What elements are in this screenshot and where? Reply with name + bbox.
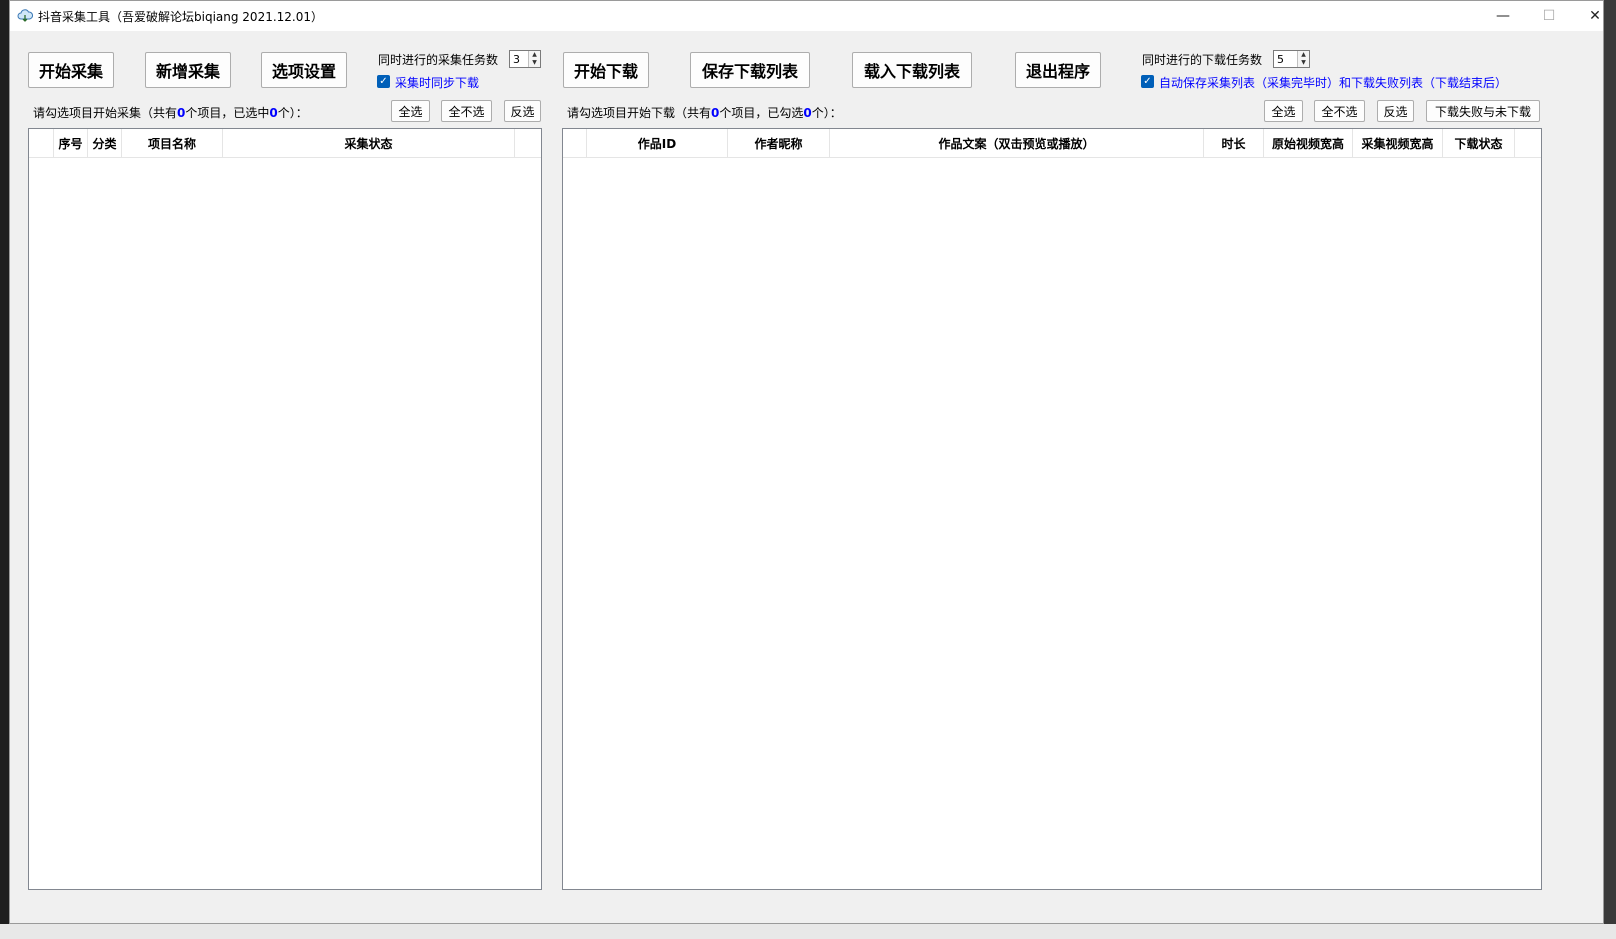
spin-down-icon[interactable]: ▼ bbox=[529, 59, 540, 67]
spin-up-icon[interactable]: ▲ bbox=[1298, 51, 1309, 59]
sync-download-checkbox[interactable]: ✓ bbox=[377, 75, 390, 88]
collect-status-mid: 个项目，已选中 bbox=[185, 106, 270, 120]
collect-select-none-button[interactable]: 全不选 bbox=[441, 100, 492, 122]
download-col-status[interactable]: 下载状态 bbox=[1443, 129, 1515, 157]
auto-save-checkbox[interactable]: ✓ bbox=[1141, 75, 1154, 88]
download-col-filler bbox=[1515, 129, 1541, 157]
start-download-button[interactable]: 开始下载 bbox=[563, 52, 649, 88]
window-title: 抖音采集工具（吾爱破解论坛biqiang 2021.12.01） bbox=[38, 10, 324, 24]
collect-concurrent-label: 同时进行的采集任务数 bbox=[378, 53, 499, 67]
download-col-author[interactable]: 作者昵称 bbox=[728, 129, 830, 157]
desktop-background-right bbox=[1604, 0, 1616, 939]
collect-status-prefix: 请勾选项目开始采集（共有 bbox=[33, 106, 178, 120]
spinner-arrows[interactable]: ▲ ▼ bbox=[1297, 51, 1309, 67]
collect-col-project-name[interactable]: 项目名称 bbox=[122, 129, 223, 157]
download-col-duration[interactable]: 时长 bbox=[1204, 129, 1264, 157]
close-button[interactable]: ✕ bbox=[1572, 1, 1616, 31]
collect-col-category[interactable]: 分类 bbox=[88, 129, 122, 157]
auto-save-label[interactable]: 自动保存采集列表（采集完毕时）和下载失败列表（下载结束后） bbox=[1159, 74, 1507, 91]
download-status-prefix: 请勾选项目开始下载（共有 bbox=[567, 106, 712, 120]
download-list[interactable]: 作品ID 作者昵称 作品文案（双击预览或播放） 时长 原始视频宽高 采集视频宽高… bbox=[562, 128, 1542, 890]
minimize-button[interactable]: — bbox=[1480, 1, 1526, 31]
spinner-arrows[interactable]: ▲ ▼ bbox=[528, 51, 540, 67]
download-invert-button[interactable]: 反选 bbox=[1377, 100, 1414, 122]
spin-down-icon[interactable]: ▼ bbox=[1298, 59, 1309, 67]
collect-col-index[interactable]: 序号 bbox=[54, 129, 88, 157]
desktop-background-bottom bbox=[0, 924, 1616, 939]
collect-select-all-button[interactable]: 全选 bbox=[391, 100, 430, 122]
download-col-work-id[interactable]: 作品ID bbox=[587, 129, 728, 157]
download-col-caption[interactable]: 作品文案（双击预览或播放） bbox=[830, 129, 1204, 157]
load-download-list-button[interactable]: 载入下载列表 bbox=[852, 52, 972, 88]
download-concurrent-label: 同时进行的下载任务数 bbox=[1142, 53, 1263, 67]
download-col-original-size[interactable]: 原始视频宽高 bbox=[1264, 129, 1353, 157]
new-collect-button[interactable]: 新增采集 bbox=[145, 52, 231, 88]
collect-status-suffix: 个）： bbox=[277, 106, 308, 120]
collect-list-header: 序号 分类 项目名称 采集状态 bbox=[29, 129, 541, 158]
download-status-suffix: 个）： bbox=[811, 106, 842, 120]
collect-col-filler bbox=[515, 129, 541, 157]
download-status-text: 请勾选项目开始下载（共有0个项目，已勾选0个）： bbox=[567, 104, 842, 121]
cloud-download-icon bbox=[17, 8, 33, 24]
exit-button[interactable]: 退出程序 bbox=[1015, 52, 1101, 88]
save-download-list-button[interactable]: 保存下载列表 bbox=[690, 52, 810, 88]
app-window: 抖音采集工具（吾爱破解论坛biqiang 2021.12.01） — ☐ ✕ 开… bbox=[9, 0, 1604, 924]
start-collect-button[interactable]: 开始采集 bbox=[28, 52, 114, 88]
download-col-collected-size[interactable]: 采集视频宽高 bbox=[1353, 129, 1443, 157]
options-button[interactable]: 选项设置 bbox=[261, 52, 347, 88]
download-select-all-button[interactable]: 全选 bbox=[1264, 100, 1303, 122]
collect-invert-button[interactable]: 反选 bbox=[504, 100, 541, 122]
download-failed-button[interactable]: 下载失败与未下载 bbox=[1426, 100, 1540, 122]
download-col-checkbox[interactable] bbox=[563, 129, 587, 157]
collect-col-status[interactable]: 采集状态 bbox=[223, 129, 515, 157]
spin-up-icon[interactable]: ▲ bbox=[529, 51, 540, 59]
maximize-button[interactable]: ☐ bbox=[1526, 1, 1572, 31]
download-status-mid: 个项目，已勾选 bbox=[719, 106, 804, 120]
sync-download-label[interactable]: 采集时同步下载 bbox=[395, 74, 479, 91]
download-selected-count: 0 bbox=[803, 106, 812, 120]
collect-col-checkbox[interactable] bbox=[29, 129, 54, 157]
title-bar: 抖音采集工具（吾爱破解论坛biqiang 2021.12.01） — ☐ ✕ bbox=[10, 1, 1603, 31]
download-select-none-button[interactable]: 全不选 bbox=[1314, 100, 1365, 122]
collect-status-text: 请勾选项目开始采集（共有0个项目，已选中0个）： bbox=[33, 104, 308, 121]
download-concurrent-spinner[interactable]: 5 ▲ ▼ bbox=[1273, 50, 1310, 68]
collect-list[interactable]: 序号 分类 项目名称 采集状态 bbox=[28, 128, 542, 890]
collect-concurrent-spinner[interactable]: 3 ▲ ▼ bbox=[509, 50, 541, 68]
download-concurrent-value: 5 bbox=[1277, 52, 1284, 66]
desktop-background-left bbox=[0, 0, 9, 939]
download-list-header: 作品ID 作者昵称 作品文案（双击预览或播放） 时长 原始视频宽高 采集视频宽高… bbox=[563, 129, 1541, 158]
collect-selected-count: 0 bbox=[269, 106, 278, 120]
